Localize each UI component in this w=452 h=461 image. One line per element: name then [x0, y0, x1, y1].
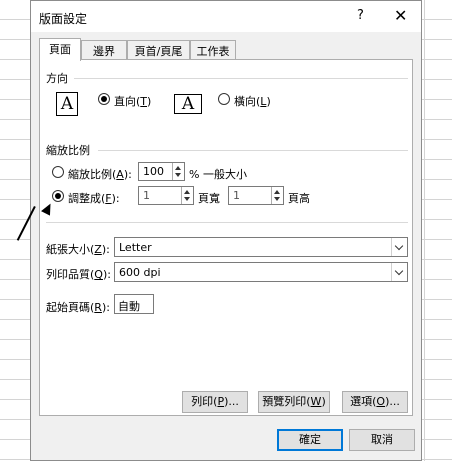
- normal-size-label: % 一般大小: [189, 168, 247, 181]
- pages-tall-value: 1: [233, 189, 240, 202]
- first-page-number-label: 起始頁碼(R):: [46, 301, 110, 314]
- print-quality-select[interactable]: 600 dpi: [114, 262, 408, 282]
- landscape-radio[interactable]: [218, 93, 230, 105]
- pages-wide-label: 頁寬: [198, 192, 220, 205]
- chevron-down-icon[interactable]: [391, 263, 407, 281]
- first-page-number-input[interactable]: 自動: [114, 294, 154, 314]
- chevron-down-icon[interactable]: [391, 238, 407, 256]
- portrait-radio-label[interactable]: 直向(T): [114, 93, 151, 109]
- print-preview-button[interactable]: 預覽列印(W): [258, 391, 330, 413]
- adjust-to-radio[interactable]: [52, 166, 64, 178]
- print-quality-value: 600 dpi: [119, 266, 161, 279]
- spreadsheet-column-line: [424, 0, 425, 461]
- group-divider: [98, 150, 408, 151]
- options-button[interactable]: 選項(O)...: [342, 391, 408, 413]
- cancel-button[interactable]: 取消: [349, 429, 415, 451]
- spinner-arrows[interactable]: [271, 187, 283, 204]
- help-button[interactable]: ?: [357, 8, 364, 23]
- spinner-down-icon[interactable]: [274, 197, 280, 201]
- spinner-down-icon[interactable]: [175, 173, 181, 177]
- page-setup-dialog: 版面設定 ? ✕ 頁面 邊界 頁首/頁尾 工作表 方向 A 直向(T) A 橫向…: [30, 0, 422, 461]
- page-tab-panel: 方向 A 直向(T) A 橫向(L) 縮放比例 縮放比例(A): 100 % 一…: [39, 59, 413, 416]
- paper-size-label: 紙張大小(Z):: [46, 243, 110, 256]
- landscape-radio-label[interactable]: 橫向(L): [234, 93, 271, 109]
- scale-percent-value: 100: [143, 165, 164, 178]
- spinner-down-icon[interactable]: [184, 197, 190, 201]
- paper-size-select[interactable]: Letter: [114, 237, 408, 257]
- portrait-page-icon: A: [56, 92, 78, 116]
- pages-tall-spinner[interactable]: 1: [228, 186, 284, 205]
- tab-margins[interactable]: 邊界: [81, 40, 127, 60]
- print-button[interactable]: 列印(P)...: [182, 391, 248, 413]
- spinner-up-icon[interactable]: [274, 190, 280, 194]
- scale-percent-spinner[interactable]: 100: [138, 162, 185, 181]
- section-divider: [46, 222, 408, 223]
- pages-wide-spinner[interactable]: 1: [138, 186, 194, 205]
- dialog-title: 版面設定: [39, 12, 88, 26]
- spinner-up-icon[interactable]: [175, 166, 181, 170]
- fit-to-radio[interactable]: [52, 190, 64, 202]
- first-page-number-value: 自動: [118, 300, 140, 313]
- landscape-page-icon: A: [174, 94, 202, 114]
- spinner-arrows[interactable]: [172, 163, 184, 180]
- adjust-to-label[interactable]: 縮放比例(A):: [68, 166, 132, 182]
- pages-wide-value: 1: [143, 189, 150, 202]
- title-bar: 版面設定 ? ✕: [31, 1, 421, 32]
- close-button[interactable]: ✕: [394, 6, 407, 25]
- print-quality-label: 列印品質(Q):: [46, 268, 111, 281]
- portrait-radio[interactable]: [98, 93, 110, 105]
- tab-sheet[interactable]: 工作表: [190, 40, 236, 60]
- ok-button[interactable]: 確定: [277, 429, 343, 451]
- orientation-group-label: 方向: [46, 72, 68, 85]
- scaling-group-label: 縮放比例: [46, 144, 90, 157]
- paper-size-value: Letter: [119, 241, 152, 254]
- fit-to-label[interactable]: 調整成(F):: [68, 190, 120, 206]
- tab-header-footer[interactable]: 頁首/頁尾: [127, 40, 190, 60]
- spinner-arrows[interactable]: [181, 187, 193, 204]
- spinner-up-icon[interactable]: [184, 190, 190, 194]
- group-divider: [74, 78, 408, 79]
- tab-page[interactable]: 頁面: [39, 38, 81, 61]
- pages-tall-label: 頁高: [288, 192, 310, 205]
